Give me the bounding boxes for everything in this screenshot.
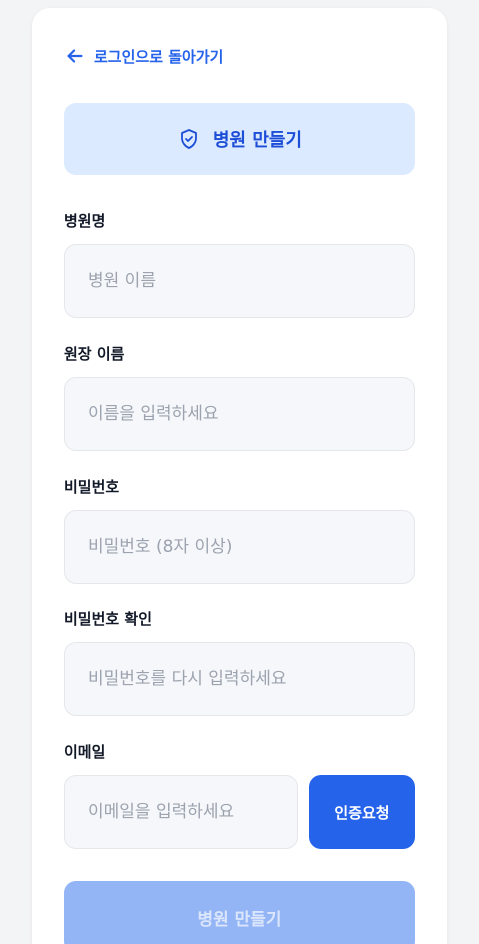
request-verification-button[interactable]: 인증요청 — [309, 775, 415, 849]
email-input[interactable] — [64, 775, 298, 849]
back-link-label: 로그인으로 돌아가기 — [94, 47, 224, 66]
hospital-name-input[interactable] — [64, 244, 415, 318]
banner-title: 병원 만들기 — [212, 130, 303, 151]
arrow-left-icon — [67, 49, 83, 63]
back-to-login-link[interactable]: 로그인으로 돌아가기 — [64, 42, 223, 70]
director-name-label: 원장 이름 — [64, 345, 125, 363]
shield-check-icon — [181, 129, 197, 149]
director-name-input[interactable] — [64, 377, 415, 451]
create-hospital-submit-button[interactable]: 병원 만들기 — [64, 881, 415, 944]
password-label: 비밀번호 — [64, 478, 120, 496]
hospital-name-label: 병원명 — [64, 212, 106, 230]
password-input[interactable] — [64, 510, 415, 584]
create-hospital-banner: 병원 만들기 — [64, 103, 415, 175]
password-confirm-input[interactable] — [64, 642, 415, 716]
password-confirm-label: 비밀번호 확인 — [64, 610, 153, 628]
email-label: 이메일 — [64, 743, 106, 761]
